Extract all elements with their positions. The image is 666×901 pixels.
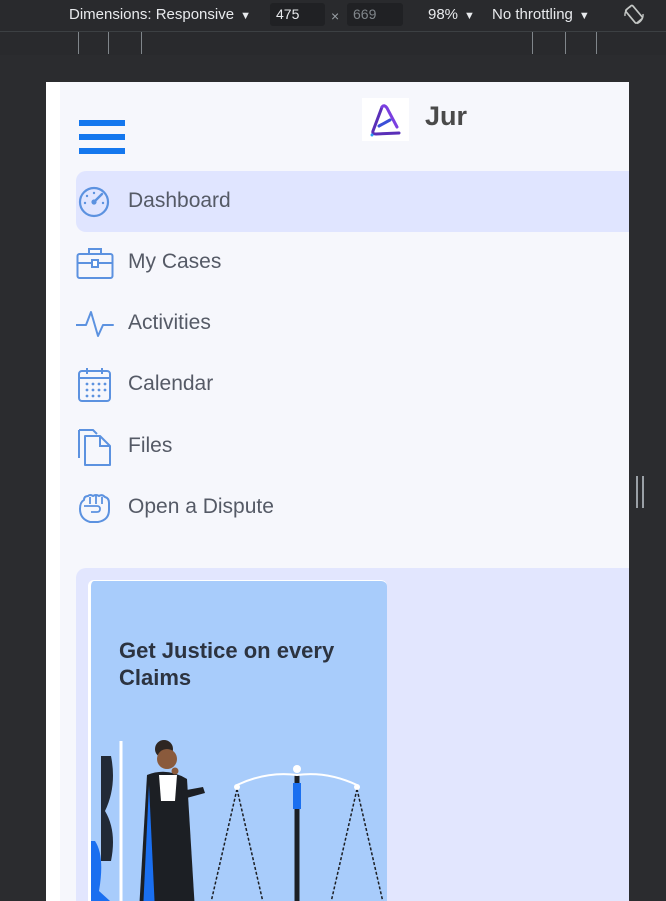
ruler-tick <box>78 32 79 54</box>
viewport-resize-handle[interactable] <box>636 476 644 508</box>
zoom-dropdown[interactable]: 98% ▼ <box>428 0 475 31</box>
ruler-tick <box>565 32 566 54</box>
chevron-down-icon: ▼ <box>578 10 590 22</box>
sidebar-item-label: Open a Dispute <box>128 495 274 518</box>
sidebar-item-dashboard[interactable]: Dashboard <box>76 171 629 232</box>
briefcase-icon <box>76 248 114 279</box>
dimensions-label: Dimensions: Responsive <box>69 6 235 23</box>
rotate-device-icon[interactable] <box>622 3 646 27</box>
sidebar-item-label: Activities <box>128 311 211 334</box>
sidebar-item-label: Dashboard <box>128 189 231 212</box>
sidebar-item-label: Files <box>128 434 173 457</box>
hamburger-menu-button[interactable] <box>79 120 125 154</box>
sidebar-item-files[interactable]: Files <box>76 416 629 477</box>
height-input[interactable]: 669 <box>347 3 403 26</box>
width-input[interactable]: 475 <box>270 3 325 26</box>
judge-and-scales-illustration <box>91 740 384 901</box>
media-query-ruler[interactable] <box>0 31 666 55</box>
speedometer-icon <box>78 186 110 218</box>
sidebar-item-label: Calendar <box>128 372 214 395</box>
ruler-tick <box>141 32 142 54</box>
times-sign: × <box>331 8 340 24</box>
sidebar-item-my-cases[interactable]: My Cases <box>76 232 629 293</box>
promo-title: Get Justice on every Claims <box>119 638 335 690</box>
brand-logo <box>362 98 409 141</box>
files-icon <box>78 429 111 466</box>
sidebar-item-activities[interactable]: Activities <box>76 293 629 354</box>
app-page: Jur Dashboard My Cases Activities Calend… <box>46 82 629 901</box>
calendar-icon <box>78 368 111 402</box>
pulse-icon <box>76 311 114 337</box>
sidebar-item-calendar[interactable]: Calendar <box>76 354 629 415</box>
devtools-device-toolbar: Dimensions: Responsive ▼ 475 × 669 98% ▼ N… <box>0 0 666 31</box>
page-edge <box>46 82 60 901</box>
brand-name: Jur <box>425 101 468 131</box>
throttling-dropdown[interactable]: No throttling ▼ <box>492 0 590 31</box>
jur-logo-icon <box>370 104 401 137</box>
sidebar-item-label: My Cases <box>128 250 222 273</box>
zoom-label: 98% <box>428 6 459 23</box>
throttling-label: No throttling <box>492 6 573 23</box>
chevron-down-icon: ▼ <box>240 10 251 22</box>
ruler-tick <box>596 32 597 54</box>
dimensions-dropdown[interactable]: Dimensions: Responsive ▼ <box>69 0 251 31</box>
chevron-down-icon: ▼ <box>464 10 475 22</box>
sidebar-item-open-a-dispute[interactable]: Open a Dispute <box>76 477 629 538</box>
ruler-tick <box>108 32 109 54</box>
fist-icon <box>79 494 110 523</box>
ruler-tick <box>532 32 533 54</box>
promo-card[interactable]: Get Justice on every Claims <box>88 580 387 901</box>
